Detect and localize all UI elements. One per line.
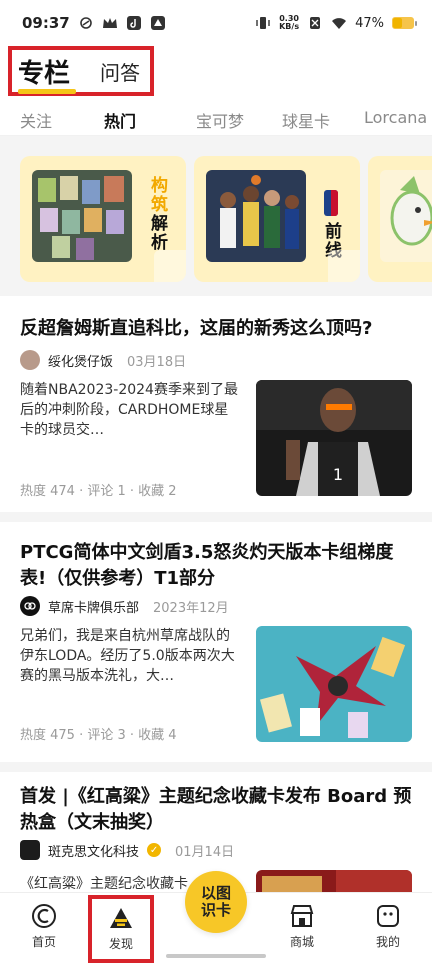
- tab-qa[interactable]: 问答: [100, 57, 140, 86]
- article-thumbnail[interactable]: 1: [256, 380, 412, 496]
- article-thumbnail[interactable]: [256, 626, 412, 742]
- article-author-row: 绥化煲仔饭 03月18日: [20, 350, 186, 370]
- verified-badge-icon: ✓: [147, 843, 162, 857]
- nav-shop-label: 商城: [289, 935, 314, 949]
- vibrate-icon: [255, 15, 271, 31]
- section-divider: [0, 512, 432, 522]
- category-tab-follow[interactable]: 关注: [20, 108, 52, 132]
- article-card[interactable]: 反超詹姆斯直追科比，这届的新秀这么顶吗? 绥化煲仔饭 03月18日 随着NBA2…: [0, 296, 432, 512]
- feature-carousel: 构筑解析 前线: [0, 136, 432, 296]
- sim-icon: [307, 15, 323, 31]
- author-name[interactable]: 绥化煲仔饭: [48, 351, 113, 370]
- sync-icon: [78, 15, 94, 31]
- svg-text:1: 1: [333, 465, 343, 484]
- tiktok-icon: [126, 15, 142, 31]
- puzzle-decoration: [328, 250, 360, 282]
- nba-logo-icon: [324, 190, 338, 216]
- nav-discover-label: 发现: [108, 937, 133, 951]
- profile-icon: [377, 905, 399, 927]
- feature-card-pokemon[interactable]: [368, 156, 432, 282]
- nav-shop[interactable]: 商城: [272, 903, 332, 950]
- net-speed: 0.30 KB/s: [279, 15, 299, 31]
- article-date: 2023年12月: [153, 600, 229, 616]
- article-title[interactable]: PTCG简体中文剑盾3.5怒炎灼天版本卡组梯度表!（仅供参考）T1部分: [20, 540, 412, 592]
- scan-label-line1: 以图: [200, 884, 231, 902]
- tab-active-underline: [18, 88, 76, 94]
- article-summary: 兄弟们，我是来自杭州草席战队的伊东LODA。经历了5.0版本两次大赛的黑马版本洗…: [20, 628, 235, 684]
- tab-column-label: 专栏: [18, 58, 71, 89]
- avatar[interactable]: [20, 596, 40, 616]
- scan-label-line2: 识卡: [200, 901, 231, 919]
- article-card[interactable]: PTCG简体中文剑盾3.5怒炎灼天版本卡组梯度表!（仅供参考）T1部分 草席卡牌…: [0, 522, 432, 762]
- home-icon: [32, 904, 56, 928]
- wifi-icon: [331, 15, 347, 31]
- home-indicator[interactable]: [166, 954, 266, 958]
- discover-icon: [110, 908, 132, 928]
- article-summary: 随着NBA2023-2024赛季来到了最后的冲刺阶段，CARDHOME球星卡的球…: [20, 382, 238, 438]
- battery-percent: 47%: [355, 15, 384, 31]
- article-stats: 热度 475 · 评论 3 · 收藏 4: [20, 728, 177, 743]
- category-tabs: 关注 热门 宝可梦 球星卡 Lorcana: [0, 100, 432, 136]
- feature-label-deck-analysis: 构筑解析: [145, 176, 170, 252]
- category-tab-pokemon[interactable]: 宝可梦: [196, 108, 244, 132]
- article-title[interactable]: 反超詹姆斯直追科比，这届的新秀这么顶吗?: [20, 316, 412, 342]
- avatar[interactable]: [20, 350, 40, 370]
- avatar[interactable]: [20, 840, 40, 860]
- author-name[interactable]: 斑克思文化科技: [48, 841, 139, 860]
- author-name[interactable]: 草席卡牌俱乐部: [48, 597, 139, 616]
- feature-card-frontline[interactable]: 前线: [194, 156, 360, 282]
- article-date: 03月18日: [127, 354, 187, 370]
- nav-mine[interactable]: 我的: [358, 903, 418, 950]
- nba-players-image: [206, 170, 306, 262]
- feature-label-bottom: 解析: [147, 214, 167, 252]
- article-stats: 热度 474 · 评论 1 · 收藏 2: [20, 484, 177, 499]
- category-tab-hot[interactable]: 热门: [104, 108, 136, 132]
- net-speed-unit: KB/s: [279, 22, 300, 31]
- pokemon-image: [380, 170, 432, 262]
- crown-icon: [102, 15, 118, 31]
- status-time: 09:37: [22, 14, 70, 32]
- bottom-nav: 首页 发现 以图 识卡 商城 我的: [0, 871, 432, 964]
- header-tabs: 专栏 问答: [8, 46, 154, 96]
- feature-card-deck-analysis[interactable]: 构筑解析: [20, 156, 186, 282]
- nav-home-label: 首页: [31, 935, 56, 949]
- article-author-row: 斑克思文化科技 ✓ 01月14日: [20, 840, 234, 860]
- article-date: 01月14日: [175, 844, 235, 860]
- category-tab-lorcana[interactable]: Lorcana: [364, 108, 427, 127]
- battery-icon: [392, 17, 417, 29]
- scan-card-button[interactable]: 以图 识卡: [185, 871, 247, 933]
- category-tab-player-cards[interactable]: 球星卡: [282, 108, 330, 132]
- article-author-row: 草席卡牌俱乐部 2023年12月: [20, 596, 229, 616]
- feature-label-top: 构筑: [147, 176, 167, 214]
- article-title[interactable]: 首发 |《红高粱》主题纪念收藏卡发布 Board 预热盒（文末抽奖）: [20, 784, 412, 836]
- deck-cards-image: [32, 170, 132, 262]
- status-bar: 09:37 0.30 KB/s 47%: [0, 0, 432, 46]
- app-notification-icon: [150, 15, 166, 31]
- section-divider: [0, 762, 432, 772]
- puzzle-decoration: [154, 250, 186, 282]
- nav-discover[interactable]: 发现: [88, 895, 154, 963]
- tab-column[interactable]: 专栏: [18, 53, 76, 94]
- nav-mine-label: 我的: [375, 935, 400, 949]
- nav-home[interactable]: 首页: [14, 903, 74, 950]
- shop-icon: [290, 905, 314, 927]
